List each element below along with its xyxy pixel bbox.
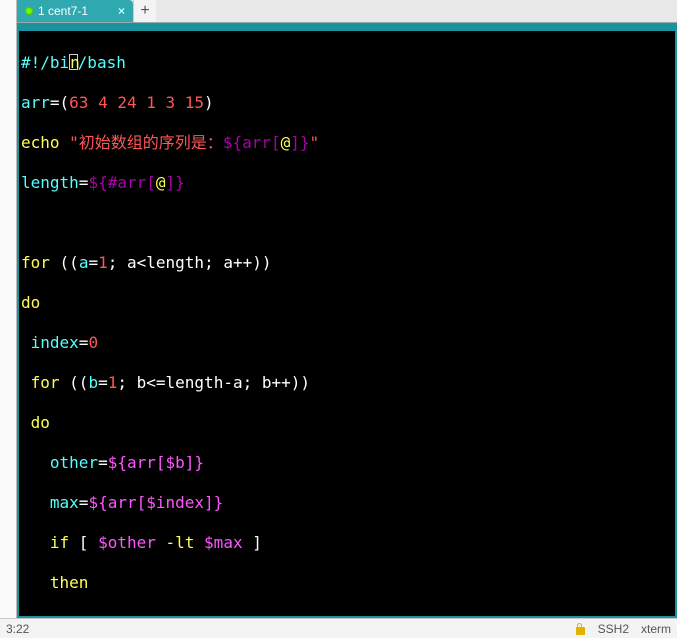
code-line: do — [21, 293, 673, 313]
status-bar: 3:22 SSH2 xterm — [0, 618, 677, 638]
terminal-content: #!/bin/bash arr=(63 4 24 1 3 15) echo "初… — [19, 31, 675, 618]
code-line: index=$b — [21, 613, 673, 618]
cursor-icon: n — [69, 54, 78, 70]
terminal[interactable]: #!/bin/bash arr=(63 4 24 1 3 15) echo "初… — [17, 23, 677, 618]
code-line: echo "初始数组的序列是：${arr[@]}" — [21, 133, 673, 153]
plus-icon: + — [140, 2, 149, 20]
code-line: do — [21, 413, 673, 433]
code-line: for ((b=1; b<=length-a; b++)) — [21, 373, 673, 393]
code-line: if [ $other -lt $max ] — [21, 533, 673, 553]
new-tab-button[interactable]: + — [133, 0, 156, 22]
close-icon[interactable]: × — [118, 4, 125, 18]
tab-label: 1 cent7-1 — [38, 4, 88, 18]
tab-bar: 1 cent7-1 × + — [17, 0, 677, 23]
code-line: #!/bin/bash — [21, 53, 673, 73]
code-line: index=0 — [21, 333, 673, 353]
lock-icon — [575, 623, 586, 635]
code-line: other=${arr[$b]} — [21, 453, 673, 473]
code-line — [21, 213, 673, 233]
left-gutter — [0, 0, 17, 618]
code-line: arr=(63 4 24 1 3 15) — [21, 93, 673, 113]
status-cursor-pos: 3:22 — [6, 622, 29, 636]
status-dot-icon — [25, 7, 33, 15]
code-line: for ((a=1; a<length; a++)) — [21, 253, 673, 273]
code-line: then — [21, 573, 673, 593]
status-protocol: SSH2 — [598, 622, 629, 636]
code-line: max=${arr[$index]} — [21, 493, 673, 513]
tab-cent7-1[interactable]: 1 cent7-1 × — [17, 0, 133, 22]
code-line: length=${#arr[@]} — [21, 173, 673, 193]
status-term-type: xterm — [641, 622, 671, 636]
